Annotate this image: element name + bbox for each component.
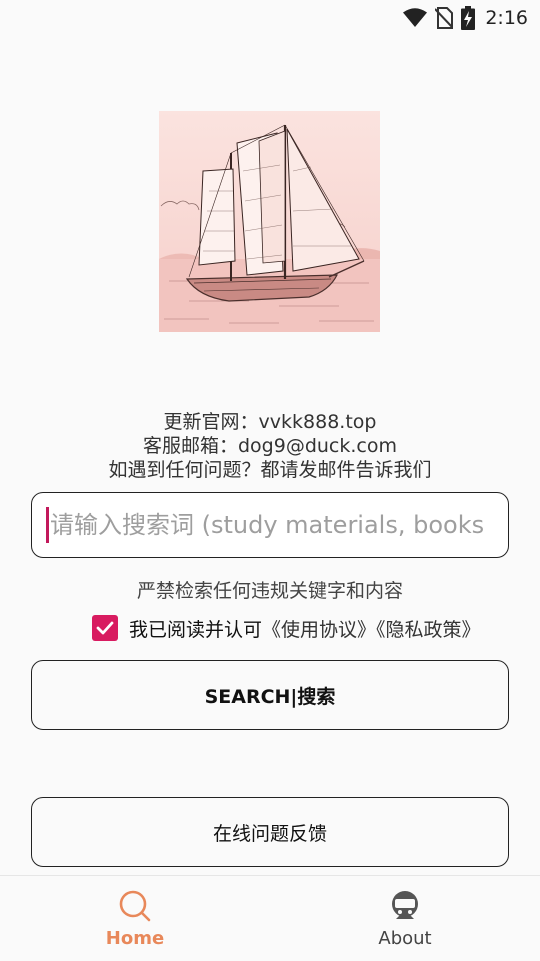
contact-hint-text: 如遇到任何问题？都请发邮件告诉我们 (108, 459, 432, 481)
checkmark-icon (96, 621, 114, 635)
agreement-label: 我已阅读并认可 (129, 618, 263, 641)
search-icon (118, 886, 152, 926)
nav-label-home: Home (105, 928, 165, 949)
battery-charging-icon (461, 6, 476, 30)
status-time: 2:16 (485, 7, 528, 29)
policy-links[interactable]: 《使用协议》《隐私政策》 (262, 615, 481, 642)
wifi-icon (403, 8, 428, 28)
nav-item-about[interactable]: About (270, 876, 540, 961)
official-site-text: 更新官网：vvkk888.top (163, 411, 377, 433)
search-button[interactable]: SEARCH|搜索 (31, 660, 509, 730)
nav-item-home[interactable]: Home (0, 876, 270, 961)
search-input[interactable] (50, 511, 508, 539)
nav-label-about: About (378, 928, 432, 949)
support-email-text: 客服邮箱：dog9@duck.com (142, 435, 397, 457)
status-bar: 2:16 (0, 0, 540, 36)
search-box[interactable] (31, 492, 509, 558)
text-cursor (46, 507, 49, 543)
agreement-row: 我已阅读并认可 《使用协议》《隐私政策》 (92, 613, 481, 643)
agreement-checkbox[interactable] (92, 615, 118, 641)
hero-ship-image (159, 111, 380, 332)
feedback-button[interactable]: 在线问题反馈 (31, 797, 509, 867)
about-icon (390, 886, 420, 926)
no-sim-icon (435, 7, 454, 29)
info-block: 更新官网：vvkk888.top 客服邮箱：dog9@duck.com 如遇到任… (0, 410, 540, 482)
warning-text: 严禁检索任何违规关键字和内容 (136, 580, 403, 602)
bottom-nav: Home About (0, 875, 540, 961)
